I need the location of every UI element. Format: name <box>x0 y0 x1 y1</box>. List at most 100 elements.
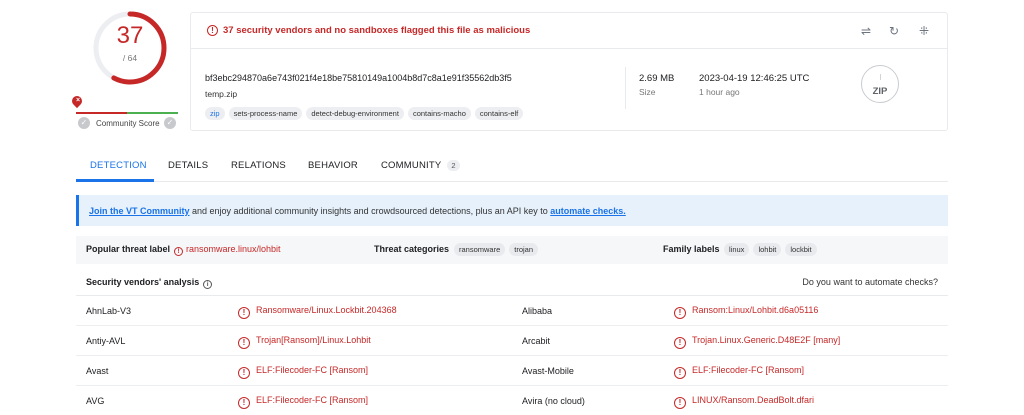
detection-score-widget: 37 / 64 × ✓ Community Score ✓ <box>69 8 178 132</box>
automate-checks-link[interactable]: automate checks. <box>550 206 626 216</box>
popular-threat-label: Popular threat label <box>86 244 171 254</box>
malicious-icon: ! <box>674 397 686 409</box>
malicious-icon: ! <box>238 397 250 409</box>
vendor-result-text: LINUX/Ransom.DeadBolt.dfari <box>692 395 815 405</box>
tab-behavior[interactable]: BEHAVIOR <box>308 160 358 171</box>
vendor-result-text: ELF:Filecoder-FC [Ransom] <box>692 365 805 375</box>
malicious-icon: ! <box>674 337 686 349</box>
vendor-result-text: Trojan.Linux.Generic.D48E2F [many] <box>692 335 841 345</box>
vendor-name: AhnLab-V3 <box>86 306 132 316</box>
summary-header: ! 37 security vendors and no sandboxes f… <box>191 13 947 49</box>
vendor-result: ! Trojan[Ransom]/Linux.Lohbit <box>238 335 371 349</box>
popular-threat-text: ransomware.linux/lohbit <box>186 244 281 254</box>
file-size-label: Size <box>639 87 656 97</box>
community-banner: Join the VT Community and enjoy addition… <box>76 195 948 226</box>
vendor-result: ! LINUX/Ransom.DeadBolt.dfari <box>674 395 814 409</box>
malicious-icon: ! <box>238 337 250 349</box>
file-summary-card: ! 37 security vendors and no sandboxes f… <box>190 12 948 131</box>
vendor-name: Arcabit <box>522 336 551 346</box>
malicious-icon: ! <box>674 367 686 379</box>
info-icon[interactable]: i <box>203 280 213 289</box>
analysis-date-value: 2023-04-19 12:46:25 UTC <box>699 73 810 84</box>
family-chip[interactable]: linux <box>724 243 750 256</box>
detection-total: / 64 <box>122 53 138 63</box>
community-count-badge: 2 <box>447 160 460 171</box>
vendor-result: ! Ransomware/Linux.Lockbit.204368 <box>238 305 397 319</box>
malicious-icon: ! <box>674 307 686 319</box>
vendors-analysis-title: Security vendors' analysis i <box>86 277 213 289</box>
tag-contains-macho[interactable]: contains-macho <box>407 107 471 120</box>
vendor-result: ! Trojan.Linux.Generic.D48E2F [many] <box>674 335 840 349</box>
vote-up-icon[interactable]: ✓ <box>164 117 176 129</box>
analysis-date-relative: 1 hour ago <box>699 87 740 97</box>
vote-down-icon[interactable]: ✓ <box>78 117 90 129</box>
family-labels-chips: linux lohbit lockbit <box>724 243 817 256</box>
vendor-name: Avast-Mobile <box>522 366 574 376</box>
vendor-name: AVG <box>86 396 105 406</box>
zip-zipper-glyph: ⁝ <box>879 73 882 82</box>
tag-zip[interactable]: zip <box>205 107 225 120</box>
vendor-name: Avast <box>86 366 109 376</box>
banner-text: Join the VT Community and enjoy addition… <box>89 206 626 216</box>
category-chip[interactable]: trojan <box>509 243 539 256</box>
alert-icon: ! <box>207 25 218 36</box>
threat-categories-label: Threat categories <box>374 244 450 254</box>
compare-icon[interactable]: ⇌ <box>859 24 873 38</box>
vendor-result: ! Ransom:Linux/Lohbit.d6a05116 <box>674 305 818 319</box>
malicious-icon: ! <box>238 367 250 379</box>
family-labels-label: Family labels <box>663 244 720 254</box>
reanalyze-icon[interactable]: ↻ <box>887 24 901 38</box>
vendor-name: Alibaba <box>522 306 553 316</box>
active-tab-indicator <box>76 179 154 182</box>
malicious-alert-text: 37 security vendors and no sandboxes fla… <box>223 25 531 36</box>
vendor-result: ! ELF:Filecoder-FC [Ransom] <box>238 395 368 409</box>
report-tabs: DETECTION DETAILS RELATIONS BEHAVIOR COM… <box>76 152 948 182</box>
tag-contains-elf[interactable]: contains-elf <box>474 107 524 120</box>
family-chip[interactable]: lohbit <box>753 243 782 256</box>
table-row: AhnLab-V3 ! Ransomware/Linux.Lockbit.2043… <box>76 296 948 326</box>
category-chip[interactable]: ransomware <box>454 243 506 256</box>
tab-community-label: COMMUNITY <box>381 160 442 171</box>
vendor-result-text: Ransomware/Linux.Lockbit.204368 <box>256 305 397 315</box>
file-name: temp.zip <box>205 89 238 99</box>
vendor-result-text: Ransom:Linux/Lohbit.d6a05116 <box>692 305 819 315</box>
table-row: Avast ! ELF:Filecoder-FC [Ransom] Avast-M… <box>76 356 948 386</box>
family-chip[interactable]: lockbit <box>785 243 817 256</box>
vendor-result: ! ELF:Filecoder-FC [Ransom] <box>674 365 804 379</box>
tab-community[interactable]: COMMUNITY 2 <box>381 160 460 171</box>
threat-categories-chips: ransomware trojan <box>454 243 539 256</box>
vendor-result-text: ELF:Filecoder-FC [Ransom] <box>256 365 369 375</box>
table-row: AVG ! ELF:Filecoder-FC [Ransom] Avira (no… <box>76 386 948 415</box>
zip-file-icon: ⁝ ZIP <box>861 65 899 103</box>
popular-threat-value: ! ransomware.linux/lohbit <box>174 244 281 256</box>
tag-detect-debug-environment[interactable]: detect-debug-environment <box>306 107 404 120</box>
vendor-name: Avira (no cloud) <box>522 396 585 406</box>
file-size-value: 2.69 MB <box>639 73 675 84</box>
similar-files-icon[interactable]: ⁜ <box>917 24 931 38</box>
threat-alert-icon: ! <box>174 247 183 256</box>
file-type-label: ZIP <box>872 86 888 97</box>
file-tags: zip sets-process-name detect-debug-envir… <box>205 107 524 120</box>
malicious-icon: ! <box>238 307 250 319</box>
summary-divider <box>625 67 626 109</box>
tag-sets-process-name[interactable]: sets-process-name <box>228 107 303 120</box>
vendor-result: ! ELF:Filecoder-FC [Ransom] <box>238 365 368 379</box>
vendors-analysis-header: Security vendors' analysis i Do you want … <box>76 268 948 296</box>
file-hash[interactable]: bf3ebc294870a6e743f021f4e18be75810149a10… <box>205 73 512 83</box>
automate-checks-prompt[interactable]: Do you want to automate checks? <box>802 277 938 287</box>
threat-summary-row: Popular threat label ! ransomware.linux/l… <box>76 236 948 264</box>
tab-details[interactable]: DETAILS <box>168 160 208 171</box>
detection-count: 37 <box>116 22 144 49</box>
community-score-label: Community Score <box>96 119 160 128</box>
vendor-result-text: ELF:Filecoder-FC [Ransom] <box>256 395 369 405</box>
table-row: Antiy-AVL ! Trojan[Ransom]/Linux.Lohbit A… <box>76 326 948 356</box>
community-marker-glyph: × <box>75 97 81 104</box>
vendors-title-text: Security vendors' analysis <box>86 277 200 287</box>
tab-relations[interactable]: RELATIONS <box>231 160 286 171</box>
vendor-name: Antiy-AVL <box>86 336 126 346</box>
community-score-bar-negative <box>76 112 127 114</box>
join-community-link[interactable]: Join the VT Community <box>89 206 190 216</box>
vendor-result-text: Trojan[Ransom]/Linux.Lohbit <box>256 335 371 345</box>
tab-detection[interactable]: DETECTION <box>90 160 147 171</box>
banner-middle-text: and enjoy additional community insights … <box>189 206 551 216</box>
